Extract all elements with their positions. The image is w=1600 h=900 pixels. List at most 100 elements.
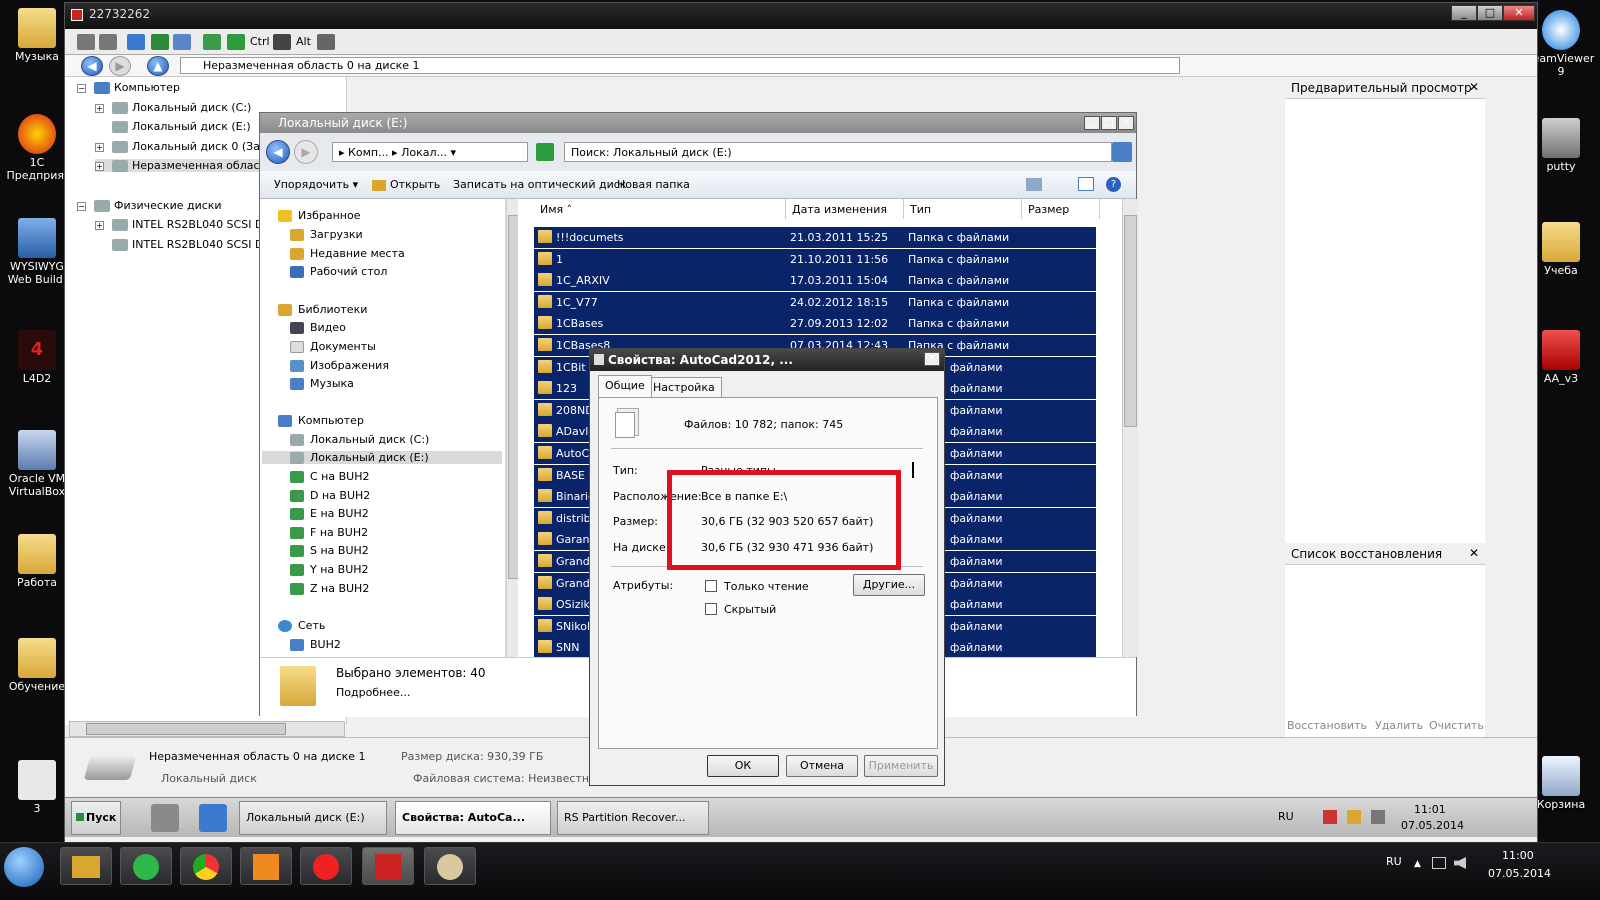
nav-video[interactable]: Видео	[290, 321, 346, 334]
forward-icon[interactable]: ▶	[294, 140, 318, 164]
details-link[interactable]: Подробнее...	[336, 686, 410, 699]
volume-icon[interactable]	[1371, 810, 1385, 824]
apply-button[interactable]: Применить	[864, 755, 938, 777]
tool-icon[interactable]	[203, 34, 221, 50]
search-icon[interactable]	[1112, 142, 1132, 162]
filelist-scrollbar[interactable]	[1122, 199, 1138, 657]
nav-disk-c[interactable]: Локальный диск (C:)	[290, 433, 429, 446]
desktop-icon-l4d2[interactable]: 4 L4D2	[2, 330, 72, 385]
refresh-icon[interactable]	[536, 143, 554, 161]
tree-item-disk-0[interactable]: + Локальный диск 0 (Зар	[95, 140, 267, 153]
expand-icon[interactable]: +	[95, 103, 104, 113]
horizontal-scrollbar[interactable]	[69, 721, 345, 737]
nav-documents[interactable]: Документы	[290, 340, 376, 353]
tray-arrow-icon[interactable]: ▲	[1414, 859, 1421, 869]
expand-icon[interactable]: +	[95, 142, 104, 152]
search-input[interactable]: Поиск: Локальный диск (E:)	[564, 142, 1112, 162]
desktop-icon-wysiwyg[interactable]: WYSIWYG Web Build.	[2, 218, 72, 286]
tool-icon[interactable]	[77, 34, 95, 50]
start-orb-icon[interactable]	[4, 847, 44, 887]
breadcrumb[interactable]: ▸ Комп... ▸ Локал... ▾	[332, 142, 528, 162]
column-date[interactable]: Дата изменения	[786, 199, 904, 219]
column-name[interactable]: Имя ˄	[534, 199, 786, 219]
maximize-button[interactable]: □	[1477, 5, 1503, 21]
nav-libraries[interactable]: Библиотеки	[278, 303, 367, 316]
close-icon[interactable]: ✕	[1469, 546, 1479, 560]
taskbar-yandex-icon[interactable]	[300, 847, 352, 885]
nav-pictures[interactable]: Изображения	[290, 359, 389, 372]
desktop-icon-virtualbox[interactable]: Oracle VM VirtualBox	[2, 430, 72, 498]
nav-downloads[interactable]: Загрузки	[290, 228, 363, 241]
list-item[interactable]: 1C_ARXIV 17.03.2011 15:04 Папка с файлами	[534, 270, 1096, 292]
tree-item-disk-e[interactable]: Локальный диск (E:)	[112, 120, 251, 133]
nav-net-c[interactable]: C на BUH2	[290, 470, 369, 483]
up-icon[interactable]: ▲	[147, 56, 169, 76]
nav-net-d[interactable]: D на BUH2	[290, 489, 370, 502]
tool-icon[interactable]	[151, 34, 169, 50]
taskbar-item-properties[interactable]: Свойства: AutoCa...	[395, 801, 551, 835]
taskbar-explorer-icon[interactable]	[60, 847, 112, 885]
burn-button[interactable]: Записать на оптический диск	[453, 178, 626, 191]
open-button[interactable]: Открыть	[372, 178, 440, 191]
tree-item-intel-1[interactable]: + INTEL RS2BL040 SCSI Dis	[95, 218, 272, 231]
tab-general[interactable]: Общие	[598, 375, 652, 397]
quicklaunch-icon[interactable]	[199, 804, 227, 832]
desktop-icon-1c[interactable]: 1С Предприя.	[2, 114, 72, 182]
taskbar-agent-icon[interactable]	[120, 847, 172, 885]
nav-disk-e[interactable]: Локальный диск (E:)	[262, 451, 502, 464]
readonly-checkbox[interactable]	[705, 580, 717, 592]
nav-buh2[interactable]: BUH2	[290, 638, 341, 651]
expand-icon[interactable]: +	[95, 220, 104, 230]
dialog-close-button[interactable]: ✕	[924, 352, 940, 366]
alt-button[interactable]: Alt	[296, 35, 311, 48]
preview-pane-icon[interactable]	[1078, 177, 1094, 191]
nav-network[interactable]: Сеть	[278, 619, 325, 632]
taskbar-paint-icon[interactable]	[424, 847, 476, 885]
restore-button[interactable]: Восстановить	[1287, 719, 1367, 732]
nav-net-f[interactable]: F на BUH2	[290, 526, 368, 539]
taskbar-chrome-icon[interactable]	[180, 847, 232, 885]
column-type[interactable]: Тип	[904, 199, 1022, 219]
remote-lang[interactable]: RU	[1278, 810, 1294, 823]
taskbar-item-explorer[interactable]: Локальный диск (E:)	[239, 801, 387, 835]
expand-icon[interactable]: +	[95, 161, 104, 171]
minimize-button[interactable]: _	[1084, 116, 1100, 130]
nav-net-s[interactable]: S на BUH2	[290, 544, 369, 557]
network-icon[interactable]	[1432, 857, 1446, 869]
tray-icon[interactable]	[1323, 810, 1337, 824]
cancel-button[interactable]: Отмена	[786, 755, 858, 777]
nav-music[interactable]: Музыка	[290, 377, 354, 390]
tool-icon[interactable]	[317, 34, 335, 50]
organize-button[interactable]: Упорядочить ▾	[274, 178, 358, 191]
nav-computer[interactable]: Компьютер	[278, 414, 364, 427]
nav-net-e[interactable]: E на BUH2	[290, 507, 369, 520]
tree-item-intel-2[interactable]: INTEL RS2BL040 SCSI Dis	[112, 238, 272, 251]
view-icon[interactable]	[1026, 178, 1042, 191]
language-indicator[interactable]: RU	[1386, 855, 1402, 868]
desktop-icon-work[interactable]: Работа	[2, 534, 72, 589]
nav-net-y[interactable]: Y на BUH2	[290, 563, 369, 576]
help-icon[interactable]: ?	[1106, 177, 1121, 192]
tray-icon[interactable]	[1347, 810, 1361, 824]
taskbar-remote-icon[interactable]	[362, 847, 414, 885]
other-attributes-button[interactable]: Другие...	[853, 574, 925, 596]
quicklaunch-icon[interactable]	[151, 804, 179, 832]
nav-net-z[interactable]: Z на BUH2	[290, 582, 369, 595]
nav-favorites[interactable]: Избранное	[278, 209, 360, 222]
taskbar-item-rs-partition[interactable]: RS Partition Recover...	[557, 801, 709, 835]
close-button[interactable]: ✕	[1503, 5, 1535, 21]
hidden-checkbox[interactable]	[705, 603, 717, 615]
start-button[interactable]: Пуск	[71, 801, 121, 835]
list-item[interactable]: !!!documets 21.03.2011 15:25 Папка с файла…	[534, 227, 1096, 248]
close-button[interactable]: ✕	[1118, 116, 1134, 130]
desktop-icon-3[interactable]: 3	[2, 760, 72, 815]
minimize-button[interactable]: _	[1451, 5, 1477, 21]
tree-item-disk-c[interactable]: + Локальный диск (C:)	[95, 101, 251, 114]
tool-icon[interactable]	[127, 34, 145, 50]
forward-icon[interactable]: ▶	[109, 56, 131, 76]
maximize-button[interactable]: □	[1101, 116, 1117, 130]
close-icon[interactable]: ✕	[1469, 80, 1479, 94]
desktop-icon-music[interactable]: Музыка	[2, 8, 72, 63]
tab-settings[interactable]: Настройка	[646, 377, 722, 397]
tree-item-physical[interactable]: − Физические диски	[77, 199, 222, 212]
